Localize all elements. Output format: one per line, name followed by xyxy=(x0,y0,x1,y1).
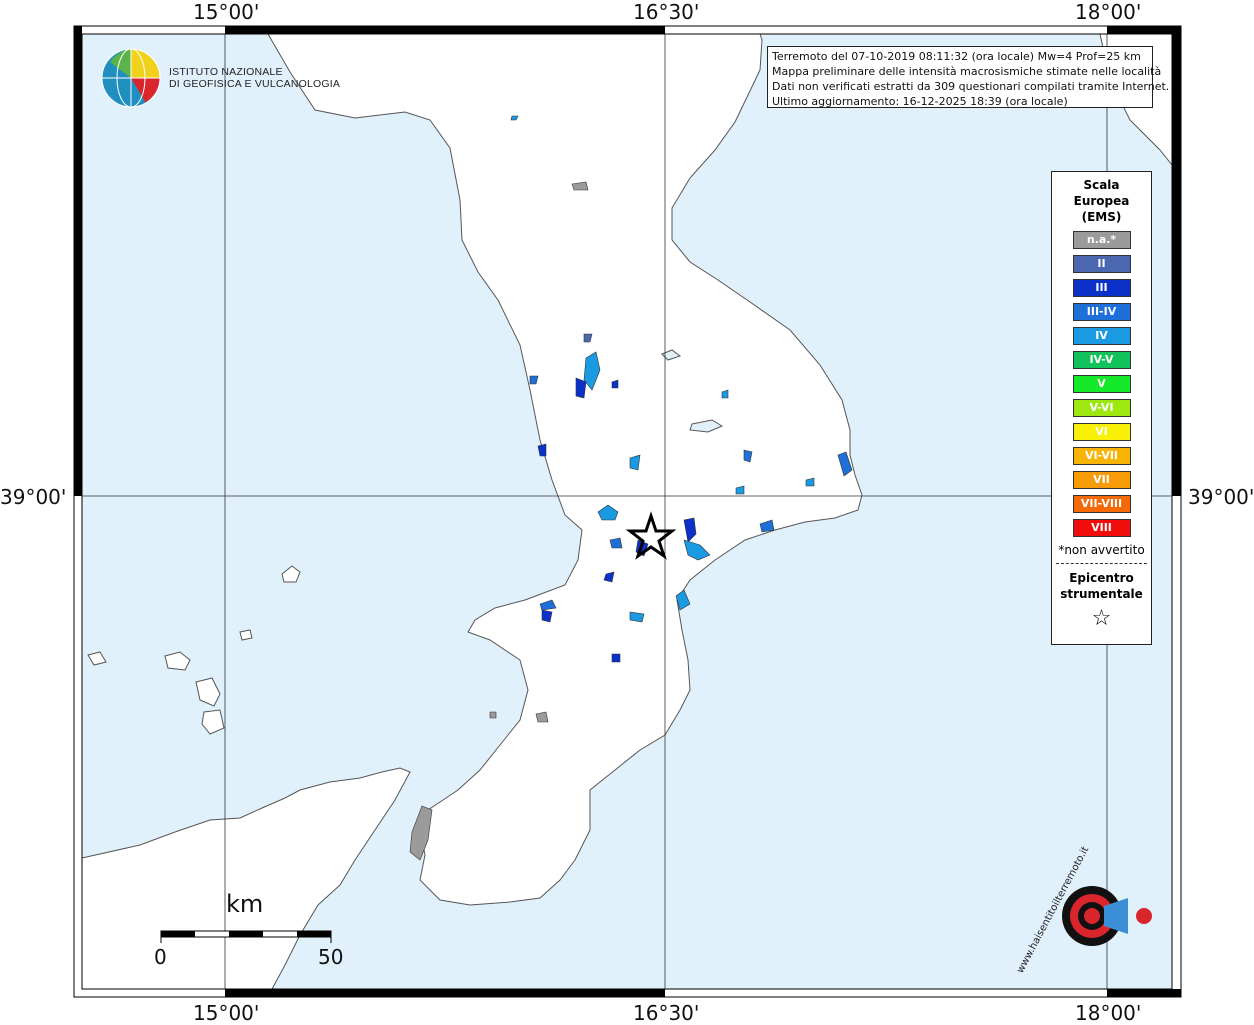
legend-title-line-2: Europea xyxy=(1073,194,1130,208)
frame-bottom-black-2 xyxy=(1107,989,1181,997)
legend-title-line-3: (EMS) xyxy=(1081,210,1122,224)
legend-item-v: V xyxy=(1072,375,1131,393)
municipality-polygon xyxy=(541,609,553,623)
legend-title-line-1: Scala xyxy=(1083,178,1120,192)
legend-item-iv-v: IV-V xyxy=(1072,351,1131,369)
ems-legend: Scala Europea (EMS) n.a.* II III III-IV IV IV… xyxy=(1051,171,1152,645)
legend-epicenter-label: Epicentro strumentale xyxy=(1052,570,1151,602)
event-info-line-1: Terremoto del 07-10-2019 08:11:32 (ora l… xyxy=(772,50,1141,63)
legend-item-vii: VII xyxy=(1072,471,1131,489)
municipality-polygon xyxy=(629,454,641,471)
ingv-line-1: ISTITUTO NAZIONALE xyxy=(169,66,283,78)
frame-bottom-black xyxy=(225,989,665,997)
bottom-tick-18-00: 18°00' xyxy=(1075,1001,1142,1025)
event-info-line-3: Dati non verificati estratti da 309 ques… xyxy=(772,80,1170,93)
legend-item-iv: IV xyxy=(1072,327,1131,345)
legend-epicenter-line-1: Epicentro xyxy=(1069,571,1134,585)
legend-title: Scala Europea (EMS) xyxy=(1052,177,1151,225)
frame-top-black-2 xyxy=(1107,26,1181,34)
bottom-tick-16-30: 16°30' xyxy=(633,1001,700,1025)
legend-item-vii-viii: VII-VIII xyxy=(1072,495,1131,513)
municipality-polygon xyxy=(611,653,621,663)
event-info-box: Terremoto del 07-10-2019 08:11:32 (ora l… xyxy=(767,46,1170,108)
island-panarea xyxy=(239,629,253,641)
municipality-polygon xyxy=(489,711,497,719)
legend-note: *non avvertito xyxy=(1058,543,1145,557)
legend-separator xyxy=(1056,563,1147,564)
legend-item-ii: II xyxy=(1072,255,1131,273)
ingv-logo-text: ISTITUTO NAZIONALE DI GEOFISICA E VULCAN… xyxy=(169,66,340,90)
legend-item-na: n.a.* xyxy=(1072,231,1131,249)
legend-item-vi: VI xyxy=(1072,423,1131,441)
right-tick-39-00: 39°00' xyxy=(1188,485,1254,509)
legend-epicenter-line-2: strumentale xyxy=(1060,587,1143,601)
ingv-line-2: DI GEOFISICA E VULCANOLOGIA xyxy=(169,78,341,90)
frame-top-black xyxy=(225,26,665,34)
frame-left-black xyxy=(74,34,82,496)
legend-item-iii-iv: III-IV xyxy=(1072,303,1131,321)
scale-start-label: 0 xyxy=(154,945,167,969)
municipality-polygon xyxy=(535,711,549,723)
event-info-line-2: Mappa preliminare delle intensità macros… xyxy=(772,65,1162,78)
legend-item-v-vi: V-VI xyxy=(1072,399,1131,417)
legend-item-viii: VIII xyxy=(1072,519,1131,537)
legend-item-vi-vii: VI-VII xyxy=(1072,447,1131,465)
bottom-tick-15-00: 15°00' xyxy=(193,1001,260,1025)
top-tick-18-00: 18°00' xyxy=(1075,0,1142,24)
scale-end-label: 50 xyxy=(318,945,344,969)
frame-right-black xyxy=(1172,34,1181,496)
frame-top-black-0 xyxy=(74,26,82,34)
left-tick-39-00: 39°00' xyxy=(0,485,67,509)
legend-item-iii: III xyxy=(1072,279,1131,297)
legend-items: n.a.* II III III-IV IV IV-V V V-VI VI VI-VII VII VI… xyxy=(1052,231,1151,537)
ingv-logo-globe xyxy=(101,48,161,108)
top-tick-15-00: 15°00' xyxy=(193,0,260,24)
top-tick-16-30: 16°30' xyxy=(633,0,700,24)
legend-star-icon: ☆ xyxy=(1091,606,1112,631)
municipality-polygon xyxy=(629,611,645,623)
municipality-polygon xyxy=(609,537,623,549)
event-info-line-4: Ultimo aggiornamento: 16-12-2025 18:39 (… xyxy=(772,95,1068,108)
scale-unit-label: km xyxy=(226,890,264,918)
